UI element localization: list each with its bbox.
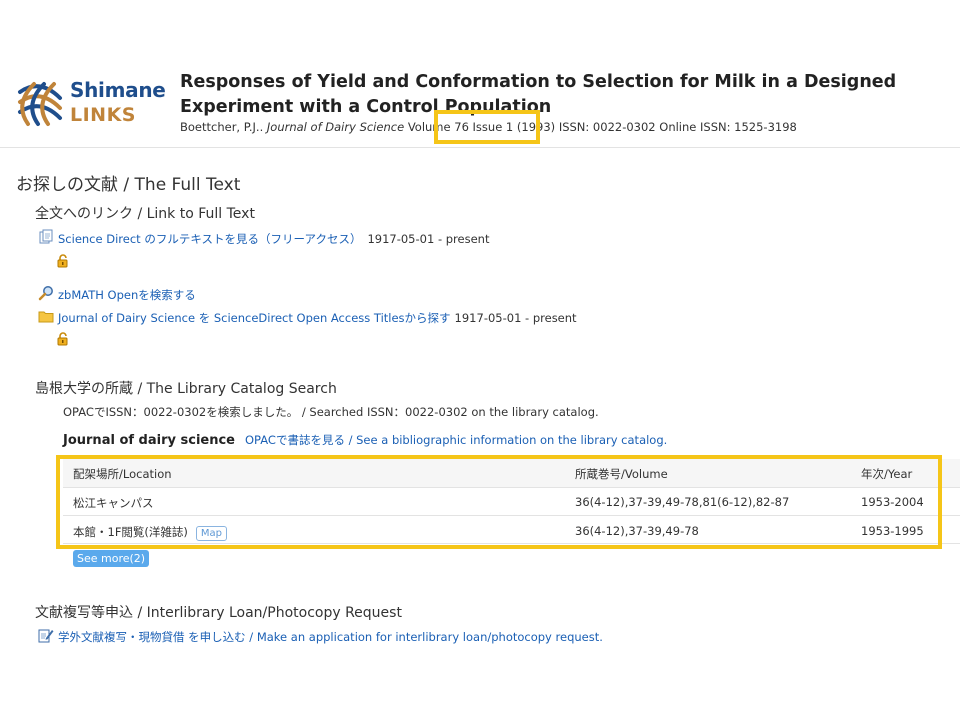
open-lock-icon (56, 253, 70, 272)
fulltext-link-zbmath: zbMATH Openを検索する (38, 285, 196, 304)
ill-heading: 文献複写等申込 / Interlibrary Loan/Photocopy Re… (35, 605, 402, 621)
open-lock-icon (56, 331, 70, 350)
sciencedirect-fulltext-link[interactable]: Science Direct のフルテキストを見る（フリーアクセス） (58, 231, 361, 247)
opac-biblio-link[interactable]: OPACで書誌を見る / See a bibliographic informa… (245, 432, 667, 448)
issn: ISSN: 0022-0302 Online ISSN: 1525-3198 (558, 120, 797, 134)
opac-search-note: OPACでISSN：0022-0302を検索しました。 / Searched I… (63, 405, 599, 419)
journal-name: Journal of Dairy Science (266, 120, 405, 134)
document-icon (38, 229, 54, 248)
fulltext-heading: お探しの文献 / The Full Text (16, 175, 241, 195)
catalog-journal-title: Journal of dairy science (63, 433, 235, 448)
shimane-links-logo[interactable]: Shimane LINKS (14, 76, 166, 134)
volume-highlight-box (434, 110, 540, 144)
ill-request-row: 学外文献複写・現物貸借 を申し込む / Make an application … (38, 627, 603, 646)
coverage-range: 1917-05-01 - present (367, 231, 490, 246)
header-divider (0, 147, 960, 148)
logo-text-links: LINKS (70, 104, 136, 126)
see-more-button[interactable]: See more(2) (73, 550, 150, 567)
fulltext-link-oa-titles: Journal of Dairy Science を ScienceDirect… (38, 308, 577, 327)
article-title: Responses of Yield and Conformation to S… (180, 72, 897, 117)
magnifier-icon (38, 285, 54, 304)
author: Boettcher, P.J.. (180, 120, 264, 134)
fulltext-links-heading: 全文へのリンク / Link to Full Text (35, 206, 255, 222)
logo-knot-icon (18, 82, 62, 126)
fulltext-link-sciencedirect: Science Direct のフルテキストを見る（フリーアクセス） 1917-… (38, 229, 489, 248)
folder-icon (38, 308, 54, 327)
journal-line: Journal of dairy science OPACで書誌を見る / Se… (63, 432, 667, 448)
logo-text-shimane: Shimane (70, 78, 166, 102)
ill-application-link[interactable]: 学外文献複写・現物貸借 を申し込む / Make an application … (58, 629, 603, 645)
zbmath-search-link[interactable]: zbMATH Openを検索する (58, 287, 196, 303)
edit-form-icon (38, 627, 54, 646)
coverage-range: 1917-05-01 - present (454, 310, 577, 325)
catalog-heading: 島根大学の所蔵 / The Library Catalog Search (35, 381, 337, 397)
oa-titles-search-link[interactable]: Journal of Dairy Science を ScienceDirect… (58, 310, 451, 326)
holdings-highlight-box (56, 455, 942, 549)
